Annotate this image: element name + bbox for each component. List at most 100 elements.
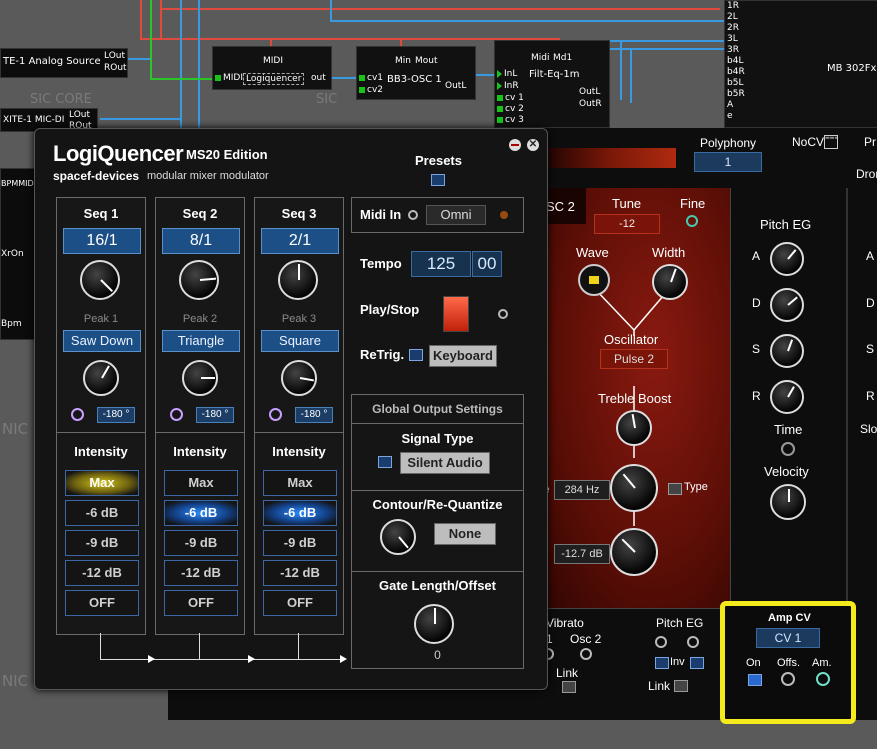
seq-rate-knob[interactable]: [80, 260, 120, 300]
retrig-mode-selector[interactable]: Keyboard: [429, 345, 497, 367]
phase-knob-icon[interactable]: [170, 408, 183, 421]
pitch-eg-sustain-knob[interactable]: [770, 334, 804, 368]
seq-shape-knob[interactable]: [83, 360, 119, 396]
time-knob-icon[interactable]: [781, 442, 795, 456]
seq-phase-value[interactable]: -180 °: [97, 407, 135, 423]
signal-type-selector[interactable]: Silent Audio: [400, 452, 490, 474]
document-icon[interactable]: ≡≡≡: [824, 135, 838, 149]
pitch-eg-decay-knob[interactable]: [770, 288, 804, 322]
contour-knob[interactable]: [380, 519, 416, 555]
analog-source-port-lout[interactable]: LOut: [104, 51, 125, 61]
filt-eq-outl[interactable]: OutL: [579, 87, 600, 97]
close-button[interactable]: ✕: [527, 139, 539, 151]
filt-eq-midi[interactable]: Midi: [531, 53, 549, 63]
fine-knob-icon[interactable]: [686, 215, 698, 227]
seq-waveform-selector[interactable]: Square: [261, 330, 339, 352]
bb3-osc-cv2[interactable]: cv2: [359, 85, 383, 95]
filt-eq-inr[interactable]: InR: [497, 81, 519, 91]
pitch-eg-attack-knob[interactable]: [770, 242, 804, 276]
logiquencer-module-node[interactable]: MIDI MIDI Logiquencer out: [212, 46, 332, 90]
bb3-osc-cv1[interactable]: cv1: [359, 73, 383, 83]
seq-rate-knob[interactable]: [278, 260, 318, 300]
mb302-module[interactable]: 1R 2L 2R 3L 3R b4L b4R b5L b5R A e MB 30…: [724, 0, 877, 128]
intensity-6db-button[interactable]: -6 dB: [164, 500, 238, 526]
frequency-knob[interactable]: [610, 464, 658, 512]
mb302-in-3[interactable]: 2R: [727, 23, 739, 33]
intensity-off-button[interactable]: OFF: [164, 590, 238, 616]
wave-selector-button[interactable]: [578, 264, 610, 296]
seq-shape-knob[interactable]: [281, 360, 317, 396]
tempo-fraction[interactable]: 00: [472, 251, 502, 277]
intensity-12db-button[interactable]: -12 dB: [65, 560, 139, 586]
gain-knob[interactable]: [610, 528, 658, 576]
mb302-in-4[interactable]: 3L: [727, 34, 738, 44]
vibrato-osc2-knob-icon[interactable]: [580, 648, 592, 660]
minimize-button[interactable]: [509, 139, 521, 151]
intensity-off-button[interactable]: OFF: [263, 590, 337, 616]
intensity-max-button[interactable]: Max: [263, 470, 337, 496]
mb302-in-6[interactable]: b4L: [727, 56, 743, 66]
intensity-off-button[interactable]: OFF: [65, 590, 139, 616]
phase-knob-icon[interactable]: [269, 408, 282, 421]
mb302-in-9[interactable]: b5R: [727, 89, 745, 99]
seq-rate-value[interactable]: 8/1: [162, 228, 240, 254]
midi-in-channel[interactable]: Omni: [426, 205, 486, 225]
bb3-osc-outl[interactable]: OutL: [445, 81, 466, 91]
phase-knob-icon[interactable]: [71, 408, 84, 421]
intensity-6db-button[interactable]: -6 dB: [263, 500, 337, 526]
mb302-in-11[interactable]: e: [727, 111, 733, 121]
mb302-in-1[interactable]: 1R: [727, 1, 739, 11]
pitch-eg-knob-2-icon[interactable]: [687, 636, 699, 648]
filt-eq-cv3[interactable]: cv 3: [497, 115, 524, 125]
intensity-9db-button[interactable]: -9 dB: [65, 530, 139, 556]
mb302-in-5[interactable]: 3R: [727, 45, 739, 55]
seq-phase-value[interactable]: -180 °: [295, 407, 333, 423]
requantize-selector[interactable]: None: [434, 523, 496, 545]
oscillator-value[interactable]: Pulse 2: [600, 349, 668, 369]
pitch-eg-release-knob[interactable]: [770, 380, 804, 414]
analog-source-module[interactable]: TE-1 Analog Source LOut ROut: [0, 48, 128, 78]
logiquencer-node-midi-in[interactable]: MIDI: [215, 73, 243, 83]
mb302-in-8[interactable]: b5L: [727, 78, 743, 88]
filt-eq-cv1[interactable]: cv 1: [497, 93, 524, 103]
inv-toggle-right[interactable]: [690, 657, 704, 669]
intensity-9db-button[interactable]: -9 dB: [164, 530, 238, 556]
seq-rate-knob[interactable]: [179, 260, 219, 300]
filt-eq-cv2[interactable]: cv 2: [497, 104, 524, 114]
type-toggle[interactable]: [668, 483, 682, 495]
tune-value[interactable]: -12: [594, 214, 660, 234]
polyphony-value[interactable]: 1: [694, 152, 762, 172]
mb302-in-2[interactable]: 2L: [727, 12, 738, 22]
left-edge-module[interactable]: BPMMIDI XrOn Bpm: [0, 168, 36, 340]
filt-eq-inl[interactable]: InL: [497, 69, 517, 79]
mb302-in-10[interactable]: A: [727, 100, 733, 110]
link-toggle[interactable]: [562, 681, 576, 693]
midi-in-knob-icon[interactable]: [408, 210, 418, 220]
mic-di-port-lout[interactable]: LOut: [69, 110, 90, 120]
play-stop-knob-icon[interactable]: [498, 309, 508, 319]
tempo-value[interactable]: 125: [411, 251, 471, 277]
bb3-osc-mout[interactable]: Mout: [415, 56, 438, 66]
signal-type-toggle[interactable]: [378, 456, 392, 468]
intensity-max-button[interactable]: Max: [65, 470, 139, 496]
seq-shape-knob[interactable]: [182, 360, 218, 396]
gate-knob[interactable]: [414, 604, 454, 644]
presets-button[interactable]: [431, 174, 445, 186]
intensity-6db-button[interactable]: -6 dB: [65, 500, 139, 526]
intensity-max-button[interactable]: Max: [164, 470, 238, 496]
seq-phase-value[interactable]: -180 °: [196, 407, 234, 423]
intensity-12db-button[interactable]: -12 dB: [164, 560, 238, 586]
seq-rate-value[interactable]: 16/1: [63, 228, 141, 254]
analog-source-port-rout[interactable]: ROut: [104, 63, 127, 73]
mb302-in-7[interactable]: b4R: [727, 67, 745, 77]
logiquencer-node-midi-top[interactable]: MIDI: [263, 56, 283, 66]
bb3-osc-module[interactable]: Min Mout cv1 cv2 BB3-OSC 1 OutL: [356, 46, 476, 100]
link2-toggle[interactable]: [674, 680, 688, 692]
play-stop-button[interactable]: [443, 296, 469, 332]
gain-value[interactable]: -12.7 dB: [554, 544, 610, 564]
filt-eq-md1[interactable]: Md1: [553, 53, 572, 63]
velocity-knob[interactable]: [770, 484, 806, 520]
filt-eq-module[interactable]: Midi Md1 InL InR cv 1 cv 2 cv 3 Filt-Eq-…: [494, 40, 610, 128]
logiquencer-node-out[interactable]: out: [311, 73, 326, 83]
width-knob[interactable]: [652, 264, 688, 300]
